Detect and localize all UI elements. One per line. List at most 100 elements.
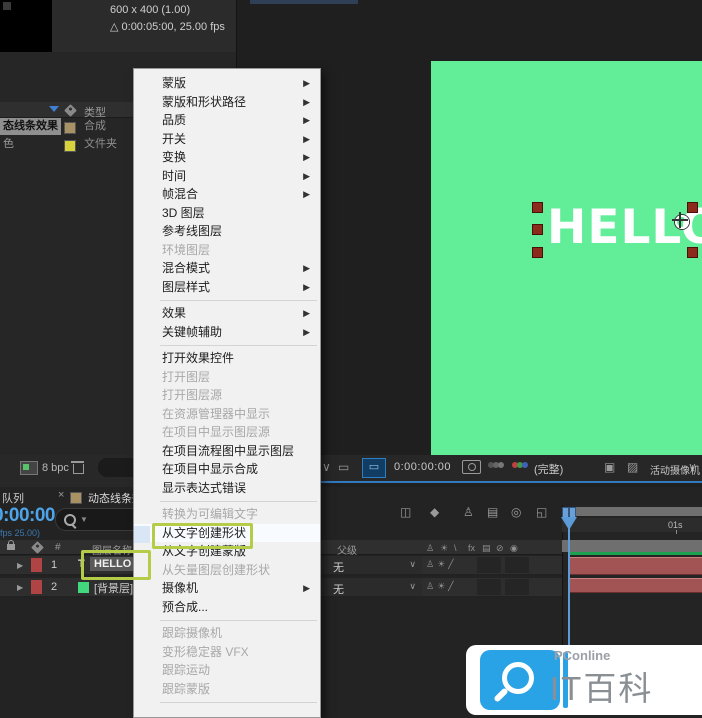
submenu-arrow-icon: ▶ xyxy=(303,93,310,112)
layer-label-swatch[interactable] xyxy=(31,558,42,572)
project-item-name[interactable]: 态线条效果 xyxy=(0,118,61,135)
menu-item-1[interactable]: 蒙版和形状路径▶ xyxy=(134,93,320,112)
camera-view-select[interactable]: 活动摄像机 xyxy=(650,462,700,477)
item-color-swatch xyxy=(64,122,76,134)
show-channel-icon[interactable] xyxy=(488,462,504,470)
watermark-title: IT百科 xyxy=(550,662,653,710)
parent-select[interactable]: 无 xyxy=(333,559,344,575)
frame-blend-icon[interactable]: ▤ xyxy=(482,543,491,554)
switch-cell[interactable] xyxy=(477,579,501,595)
chevron-down-icon: ∨ xyxy=(409,581,416,592)
lock-icon[interactable] xyxy=(7,544,15,550)
effects-icon[interactable]: fx xyxy=(468,543,475,553)
watermark-card: PConline IT百科 xyxy=(466,645,702,715)
sort-arrow-icon[interactable] xyxy=(49,106,59,112)
selection-handle-1[interactable] xyxy=(532,202,543,213)
project-item-name[interactable]: 色 xyxy=(0,136,17,153)
layer-switches[interactable]: ♙☀╱ xyxy=(426,581,457,592)
chevron-down-icon[interactable]: ∨ xyxy=(322,460,331,474)
composition-stage[interactable]: HELLO xyxy=(431,61,702,455)
menu-item-3[interactable]: 开关▶ xyxy=(134,130,320,149)
selection-handle-2[interactable] xyxy=(532,224,543,235)
menu-item-4[interactable]: 变换▶ xyxy=(134,148,320,167)
menu-item-2[interactable]: 品质▶ xyxy=(134,111,320,130)
selection-handle-3[interactable] xyxy=(532,247,543,258)
3d-icon[interactable]: ◉ xyxy=(510,543,518,554)
watermark-logo xyxy=(480,650,560,710)
menu-item-23[interactable]: 显示表达式错误 xyxy=(134,479,320,498)
menu-item-10[interactable]: 混合模式▶ xyxy=(134,259,320,278)
after-effects-window: { "header": { "resolution": "600 x 400 (… xyxy=(0,0,702,718)
menu-item-30[interactable]: 预合成... xyxy=(134,598,320,617)
motion-blur-icon[interactable]: ◎ xyxy=(511,505,521,519)
interpret-footage-icon[interactable] xyxy=(20,461,38,475)
menu-item-9: 环境图层 xyxy=(134,241,320,260)
layer-name[interactable]: [背景层] xyxy=(90,579,137,597)
menu-item-16[interactable]: 打开效果控件 xyxy=(134,349,320,368)
menu-item-29[interactable]: 摄像机▶ xyxy=(134,579,320,598)
layer-duration-bar-2[interactable] xyxy=(570,578,702,593)
motion-blur-icon[interactable]: ⊘ xyxy=(496,543,504,554)
playhead-line[interactable] xyxy=(568,517,570,645)
quality-icon[interactable]: \ xyxy=(454,543,457,553)
fps-label: (25.00 fps) xyxy=(0,528,40,538)
snapshot-camera-icon[interactable] xyxy=(462,460,481,474)
switch-cell[interactable] xyxy=(477,557,501,573)
collapse-icon[interactable]: ☀ xyxy=(440,543,448,554)
grid-guides-icon[interactable]: ▣ xyxy=(604,460,615,474)
draft-3d-icon[interactable]: ◆ xyxy=(430,505,439,519)
layer-duration-bar-1[interactable] xyxy=(570,557,702,575)
composition-mini-flowchart-icon[interactable]: ◫ xyxy=(400,505,411,519)
menu-item-11[interactable]: 图层样式▶ xyxy=(134,278,320,297)
composition-thumbnail xyxy=(0,0,52,52)
menu-item-21[interactable]: 在项目流程图中显示图层 xyxy=(134,442,320,461)
comp-tab-swatch xyxy=(70,492,82,504)
bit-depth-label[interactable]: 8 bpc xyxy=(42,462,69,474)
graph-editor-icon[interactable]: ◱ xyxy=(536,505,547,519)
selection-handle-5[interactable] xyxy=(687,247,698,258)
submenu-arrow-icon: ▶ xyxy=(303,130,310,149)
switch-cell[interactable] xyxy=(505,557,529,573)
selection-handle-4[interactable] xyxy=(687,202,698,213)
layer-label-swatch[interactable] xyxy=(31,580,42,594)
project-item-type: 文件夹 xyxy=(84,136,117,153)
composition-info-block: 600 x 400 (1.00) △ 0:00:05:00, 25.00 fps xyxy=(52,0,236,52)
column-parent[interactable]: 父级 xyxy=(337,542,357,557)
expand-triangle-icon[interactable]: ▶ xyxy=(17,583,23,592)
close-icon[interactable]: × xyxy=(58,489,64,501)
region-of-interest-icon[interactable]: ▭ xyxy=(338,460,349,474)
work-area-bar[interactable] xyxy=(562,507,702,516)
menu-item-0[interactable]: 蒙版▶ xyxy=(134,74,320,93)
color-management-icon[interactable] xyxy=(512,462,528,470)
transparency-grid-icon[interactable]: ▨ xyxy=(627,460,638,474)
menu-item-14[interactable]: 关键帧辅助▶ xyxy=(134,323,320,342)
menu-item-22[interactable]: 在项目中显示合成 xyxy=(134,460,320,479)
work-area-bar-lower[interactable] xyxy=(562,540,702,552)
column-number[interactable]: # xyxy=(55,542,61,553)
parent-select[interactable]: 无 xyxy=(333,581,344,597)
menu-item-5[interactable]: 时间▶ xyxy=(134,167,320,186)
resolution-select[interactable]: (完整) xyxy=(534,461,563,477)
switch-cell[interactable] xyxy=(505,579,529,595)
hide-shy-layers-icon[interactable]: ♙ xyxy=(463,505,474,519)
watermark-brand: PConline xyxy=(554,648,610,663)
expand-triangle-icon[interactable]: ▶ xyxy=(17,561,23,570)
mask-visibility-icon[interactable]: ▭ xyxy=(362,458,386,478)
trash-icon[interactable] xyxy=(72,461,83,473)
current-time-display[interactable]: 0:00:00 xyxy=(0,505,55,527)
menu-separator xyxy=(134,296,320,304)
layer-switches[interactable]: ♙☀╱ xyxy=(426,559,457,570)
menu-item-6[interactable]: 帧混合▶ xyxy=(134,185,320,204)
frame-blending-icon[interactable]: ▤ xyxy=(487,505,498,519)
menu-item-8[interactable]: 参考线图层 xyxy=(134,222,320,241)
menu-item-7[interactable]: 3D 图层 xyxy=(134,204,320,223)
submenu-arrow-icon: ▶ xyxy=(303,304,310,323)
shy-icon[interactable]: ♙ xyxy=(426,543,434,554)
tab-render-queue[interactable]: 队列 xyxy=(2,490,24,506)
playhead-icon[interactable] xyxy=(561,517,577,530)
menu-item-13[interactable]: 效果▶ xyxy=(134,304,320,323)
annotation-box-layer-name xyxy=(81,550,151,580)
viewer-timecode[interactable]: 0:00:00:00 xyxy=(394,461,451,473)
active-panel-divider xyxy=(310,481,702,483)
anchor-point-icon[interactable] xyxy=(672,212,688,228)
